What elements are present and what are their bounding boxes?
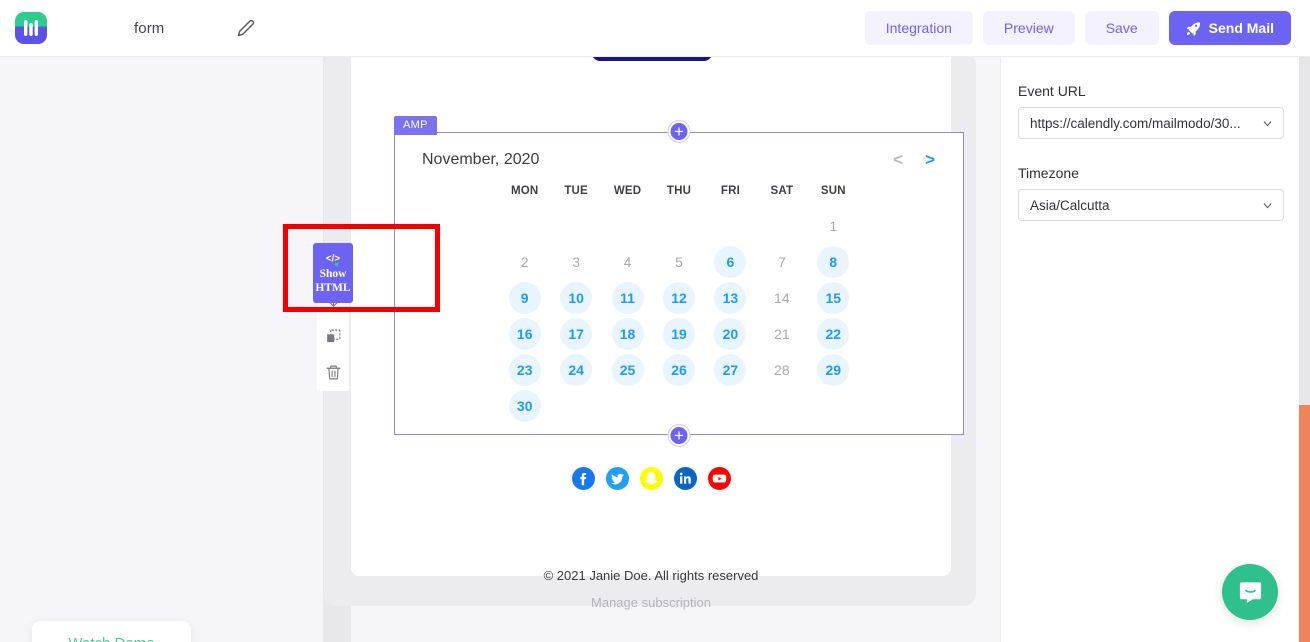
scrollbar-track-top xyxy=(1299,57,1310,405)
calendar-day-available[interactable]: 8 xyxy=(817,246,850,278)
calendar-day-disabled: 14 xyxy=(774,290,790,306)
pencil-icon[interactable] xyxy=(236,18,256,38)
send-mail-button[interactable]: Send Mail xyxy=(1168,11,1291,45)
calendar-next-button[interactable]: > xyxy=(925,150,935,170)
show-html-button[interactable]: </> Show HTML xyxy=(313,243,353,303)
timezone-select[interactable]: Asia/Calcutta xyxy=(1018,189,1284,221)
rocket-icon xyxy=(1186,21,1201,36)
calendar-grid: MON TUE WED THU FRI SAT SUN 1 2 3 4 5 6 7 8 9 10 11 12 13 14… xyxy=(499,185,859,422)
save-button[interactable]: Save xyxy=(1084,11,1159,45)
calendar-block[interactable]: AMP + + November, 2020 < > MON TUE WED THU F… xyxy=(394,116,964,446)
email-preview-frame: AMP + + November, 2020 < > MON TUE WED THU F… xyxy=(324,39,976,610)
copyright-text: © 2021 Janie Doe. All rights reserved xyxy=(543,568,759,583)
calendar-day-available[interactable]: 20 xyxy=(714,318,747,350)
calendar-day-disabled: 28 xyxy=(774,362,790,378)
event-url-select[interactable]: https://calendly.com/mailmodo/30... xyxy=(1018,107,1284,139)
event-url-label: Event URL xyxy=(1018,83,1086,99)
calendar-day-available[interactable]: 23 xyxy=(508,354,541,386)
calendar-day-available[interactable]: 19 xyxy=(662,318,695,350)
calendar-day-available[interactable]: 27 xyxy=(714,354,747,386)
preview-button[interactable]: Preview xyxy=(982,11,1075,45)
add-block-above-button[interactable]: + xyxy=(668,121,690,142)
timezone-value: Asia/Calcutta xyxy=(1030,197,1110,213)
linkedin-icon[interactable] xyxy=(673,467,697,490)
chevron-down-icon xyxy=(1253,117,1274,130)
app-root: form Integration Preview Save Send Mail xyxy=(0,0,1310,642)
calendar-day-header: MON xyxy=(510,185,539,197)
calendar-day-available[interactable]: 17 xyxy=(560,318,593,350)
calendar-day-disabled: 3 xyxy=(572,254,581,270)
calendar-day-available[interactable]: 10 xyxy=(560,282,593,314)
calendar-month-label: November, 2020 xyxy=(422,151,540,168)
calendar-day-header: WED xyxy=(613,185,642,197)
header-actions: Integration Preview Save Send Mail xyxy=(864,11,1291,45)
calendar-day-available[interactable]: 22 xyxy=(817,318,850,350)
mailmodo-logo[interactable] xyxy=(15,12,47,44)
calendar-day-available[interactable]: 15 xyxy=(817,282,850,314)
add-block-below-button[interactable]: + xyxy=(668,425,690,446)
calendar-day-available[interactable]: 6 xyxy=(714,246,747,278)
facebook-icon[interactable] xyxy=(571,467,595,490)
code-icon: </> xyxy=(321,251,345,267)
calendar-nav: < > xyxy=(893,150,935,170)
calendar-day-disabled: 1 xyxy=(829,218,838,234)
delete-icon[interactable] xyxy=(322,361,344,383)
watch-demo-button[interactable]: Watch Demo xyxy=(32,621,191,642)
calendar-empty-cell xyxy=(560,210,592,242)
calendar-day-available[interactable]: 24 xyxy=(560,354,593,386)
calendar-day-disabled: 5 xyxy=(675,254,683,270)
calendar-day-available[interactable]: 12 xyxy=(662,282,695,314)
calendar-day-available[interactable]: 18 xyxy=(611,318,644,350)
calendar-day-header: THU xyxy=(666,185,692,197)
calendar-day-header: SUN xyxy=(820,185,846,197)
document-title: form xyxy=(134,19,165,37)
settings-panel: Event URL https://calendly.com/mailmodo/… xyxy=(1001,57,1310,642)
calendar-day-available[interactable]: 25 xyxy=(611,354,644,386)
duplicate-icon[interactable] xyxy=(322,325,344,347)
calendar-day-header: FRI xyxy=(720,185,740,197)
calendar-day-disabled: 4 xyxy=(623,254,632,270)
calendar-day-header: TUE xyxy=(564,185,588,197)
calendar-day-available[interactable]: 30 xyxy=(508,390,541,422)
calendar-empty-cell xyxy=(766,210,798,242)
email-canvas: AMP + + November, 2020 < > MON TUE WED THU F… xyxy=(0,39,1001,642)
twitter-icon[interactable] xyxy=(605,467,629,490)
calendar-day-disabled: 21 xyxy=(774,326,790,342)
manage-subscription-link[interactable]: Manage subscription xyxy=(351,595,951,610)
show-html-line1: Show xyxy=(319,268,347,280)
calendar-empty-cell xyxy=(663,210,695,242)
send-mail-label: Send Mail xyxy=(1208,20,1274,36)
calendar-empty-cell xyxy=(612,210,644,242)
event-url-value: https://calendly.com/mailmodo/30... xyxy=(1030,115,1241,131)
calendar-prev-button[interactable]: < xyxy=(893,150,903,170)
chevron-down-icon xyxy=(1253,199,1274,212)
integration-button[interactable]: Integration xyxy=(864,11,973,45)
youtube-icon[interactable] xyxy=(707,467,731,490)
intercom-chat-button[interactable] xyxy=(1222,564,1278,620)
social-icons-row xyxy=(351,467,951,490)
calendar-empty-cell xyxy=(509,210,541,242)
show-html-line2: HTML xyxy=(315,282,351,294)
calendar-day-available[interactable]: 13 xyxy=(714,282,747,314)
scrollbar-thumb[interactable] xyxy=(1299,405,1310,642)
calendar-day-disabled: 7 xyxy=(777,254,786,270)
timezone-label: Timezone xyxy=(1018,165,1079,181)
snapchat-icon[interactable] xyxy=(639,467,663,490)
calendar-day-available[interactable]: 29 xyxy=(817,354,850,386)
calendar-empty-cell xyxy=(714,210,746,242)
calendar-day-available[interactable]: 9 xyxy=(508,282,541,314)
calendar-day-disabled: 2 xyxy=(520,254,529,270)
page-scrollbar[interactable] xyxy=(1299,57,1310,642)
calendar-day-available[interactable]: 26 xyxy=(662,354,695,386)
calendar-day-available[interactable]: 16 xyxy=(508,318,541,350)
amp-badge: AMP xyxy=(394,116,437,135)
app-header: form Integration Preview Save Send Mail xyxy=(0,0,1310,57)
calendar-day-available[interactable]: 11 xyxy=(611,282,644,314)
email-body: AMP + + November, 2020 < > MON TUE WED THU F… xyxy=(351,39,964,610)
chat-bubble-icon xyxy=(1237,579,1264,606)
calendar-day-header: SAT xyxy=(770,185,794,197)
